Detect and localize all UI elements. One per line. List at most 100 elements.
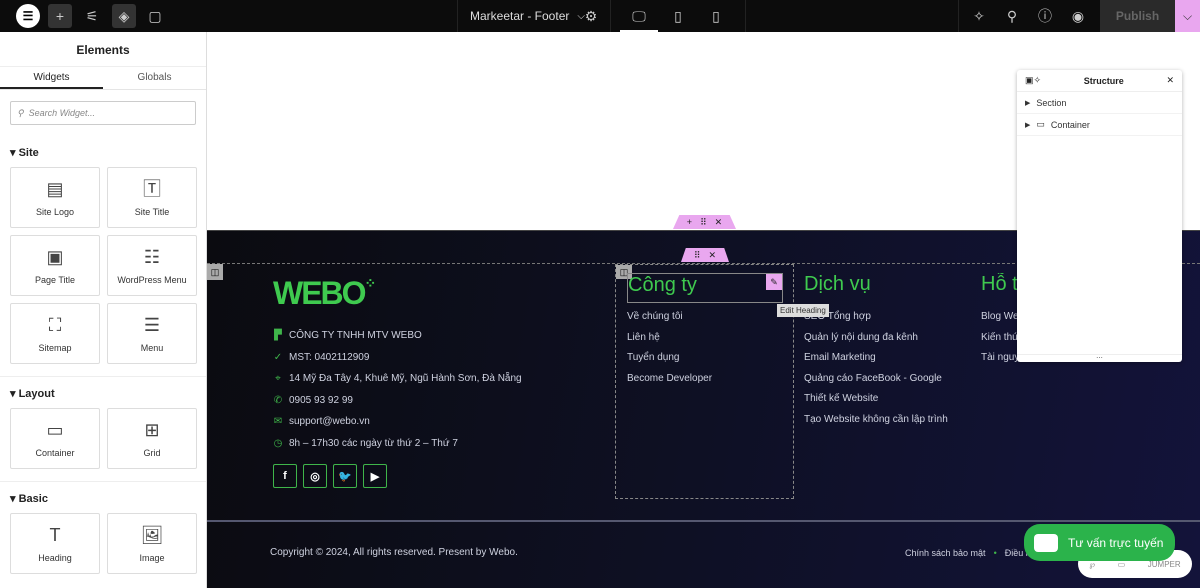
privacy-link[interactable]: Chính sách bảo mật bbox=[905, 548, 986, 558]
check-circle-icon: ✓ bbox=[273, 351, 283, 363]
youtube-icon[interactable]: ▶ bbox=[363, 464, 387, 488]
page-settings-button[interactable]: ⚙ bbox=[579, 4, 603, 28]
desktop-view-button[interactable]: 🖵 bbox=[627, 4, 651, 28]
edit-pencil-icon[interactable]: ✎ bbox=[766, 274, 782, 290]
structure-title: Structure bbox=[1083, 75, 1124, 86]
tab-widgets[interactable]: Widgets bbox=[0, 67, 103, 89]
widget-site-title[interactable]: 🅃 Site Title bbox=[107, 167, 197, 228]
tab-globals[interactable]: Globals bbox=[103, 67, 206, 89]
close-icon[interactable]: ✕ bbox=[1166, 75, 1174, 86]
add-element-button[interactable]: + bbox=[48, 4, 72, 28]
building-icon: ▛ bbox=[274, 330, 282, 342]
site-settings-button[interactable]: ⚟ bbox=[80, 4, 104, 28]
widget-label: Site Logo bbox=[35, 206, 75, 217]
divider bbox=[207, 520, 1200, 522]
footer-link[interactable]: Email Marketing bbox=[804, 352, 974, 373]
clock-icon: ◷ bbox=[273, 437, 283, 449]
widget-heading[interactable]: T Heading bbox=[10, 513, 100, 574]
footer-link[interactable]: SEO Tổng hợp bbox=[804, 311, 974, 332]
drag-icon[interactable]: ⠿ bbox=[694, 250, 701, 261]
close-icon[interactable]: ✕ bbox=[715, 217, 723, 228]
notes-icon[interactable]: ✧ bbox=[967, 4, 991, 28]
panel-title: Elements bbox=[76, 43, 130, 57]
category-site[interactable]: ▾ Site bbox=[0, 136, 206, 167]
grid-icon: ⊞ bbox=[144, 419, 160, 440]
search-icon[interactable]: ⚲ bbox=[1000, 4, 1024, 28]
search-icon: ⚲ bbox=[17, 107, 24, 118]
chat-label: Tư vấn trực tuyến bbox=[1068, 535, 1164, 550]
company-info-column: WEBO⁘ ▛ CÔNG TY TNHH MTV WEBO ✓ MST: 04021… bbox=[273, 275, 573, 488]
webo-logo[interactable]: WEBO⁘ bbox=[273, 275, 573, 325]
structure-button[interactable]: ◈ bbox=[112, 4, 136, 28]
category-basic[interactable]: ▾ Basic bbox=[0, 481, 206, 513]
section-handle[interactable]: + ⠿ ✕ bbox=[673, 215, 736, 229]
widget-label: WordPress Menu bbox=[117, 274, 187, 285]
category-layout[interactable]: ▾ Layout bbox=[0, 376, 206, 408]
wordpress-menu-icon: ☷ bbox=[143, 246, 161, 267]
widget-label: Site Title bbox=[134, 206, 170, 217]
company-name: CÔNG TY TNHH MTV WEBO bbox=[289, 330, 422, 342]
caret-right-icon[interactable]: ▶ bbox=[1025, 121, 1030, 129]
elementor-logo-icon[interactable]: ☰ bbox=[16, 4, 40, 28]
facebook-icon[interactable]: f bbox=[273, 464, 297, 488]
container-icon: ▭ bbox=[1036, 119, 1045, 129]
drag-icon[interactable]: ⠿ bbox=[700, 217, 707, 228]
twitter-icon[interactable]: 🐦 bbox=[333, 464, 357, 488]
company-column: Công ty ✎ Về chúng tôi Liên hệ Tuyển dụng… bbox=[627, 273, 787, 393]
widget-label: Heading bbox=[38, 552, 72, 563]
ai-sparkle-icon[interactable]: ✧ bbox=[1034, 75, 1042, 86]
widget-site-logo[interactable]: ▤ Site Logo bbox=[10, 167, 100, 228]
widget-page-title[interactable]: ▣ Page Title bbox=[10, 235, 100, 296]
item-label: Container bbox=[1050, 119, 1090, 130]
elements-panel: Elements Widgets Globals ⚲ Search Widget.… bbox=[0, 32, 207, 588]
widget-container[interactable]: ▭ Container bbox=[10, 408, 100, 469]
document-title-dropdown[interactable]: Markeetar - Footer ⌵ bbox=[470, 4, 585, 28]
page-title-icon: ▣ bbox=[46, 246, 64, 267]
widget-wordpress-menu[interactable]: ☷ WordPress Menu bbox=[107, 235, 197, 296]
heading-cong-ty[interactable]: Công ty ✎ bbox=[627, 273, 783, 303]
structure-item-section[interactable]: ▶ Section bbox=[1017, 92, 1182, 114]
site-logo-icon: ▤ bbox=[46, 178, 64, 199]
preview-eye-icon[interactable]: ◉ bbox=[1066, 4, 1090, 28]
search-widget-input[interactable]: ⚲ Search Widget... bbox=[10, 101, 196, 125]
resize-handle[interactable]: ... bbox=[1017, 352, 1182, 362]
heading-dich-vu[interactable]: Dịch vụ bbox=[804, 273, 974, 303]
close-icon[interactable]: ✕ bbox=[709, 250, 717, 261]
footer-link[interactable]: Thiết kế Website bbox=[804, 393, 974, 414]
footer-link[interactable]: Tuyển dụng bbox=[627, 352, 787, 373]
help-icon[interactable]: ⓘ bbox=[1033, 4, 1057, 28]
comments-button[interactable]: ▢ bbox=[143, 4, 167, 28]
container-icon: ▭ bbox=[46, 419, 64, 440]
structure-item-container[interactable]: ▶ ▭ Container bbox=[1017, 114, 1182, 136]
edit-heading-tooltip: Edit Heading bbox=[777, 304, 829, 317]
sitemap-icon: ⛶ bbox=[48, 314, 62, 335]
widget-menu[interactable]: ☰ Menu bbox=[107, 303, 197, 364]
footer-link[interactable]: Tạo Website không cần lập trình bbox=[804, 414, 974, 435]
tablet-view-button[interactable]: ▯ bbox=[666, 4, 690, 28]
document-title: Markeetar - Footer bbox=[470, 9, 570, 23]
footer-link[interactable]: Quản lý nội dung đa kênh bbox=[804, 332, 974, 353]
column-handle-icon[interactable]: ◫ bbox=[207, 264, 223, 280]
email[interactable]: support@webo.vn bbox=[289, 416, 370, 427]
widget-sitemap[interactable]: ⛶ Sitemap bbox=[10, 303, 100, 364]
menu-icon: ☰ bbox=[143, 314, 161, 335]
widget-grid[interactable]: ⊞ Grid bbox=[107, 408, 197, 469]
add-icon[interactable]: + bbox=[687, 217, 692, 227]
mobile-view-button[interactable]: ▯ bbox=[704, 4, 728, 28]
item-label: Section bbox=[1036, 97, 1067, 108]
footer-link[interactable]: Quảng cáo FaceBook - Google bbox=[804, 373, 974, 394]
footer-link[interactable]: Về chúng tôi bbox=[627, 311, 787, 332]
widget-image[interactable]: 🖼 Image bbox=[107, 513, 197, 574]
category-label: Layout bbox=[18, 388, 55, 400]
collapse-icon[interactable]: ▣ bbox=[1025, 75, 1034, 86]
publish-options-chevron-down-icon[interactable]: ⌵ bbox=[1175, 0, 1200, 32]
caret-right-icon[interactable]: ▶ bbox=[1025, 99, 1030, 107]
container-handle[interactable]: ⠿ ✕ bbox=[681, 248, 729, 262]
phone[interactable]: 0905 93 92 99 bbox=[289, 395, 353, 406]
instagram-icon[interactable]: ◎ bbox=[303, 464, 327, 488]
footer-link[interactable]: Liên hệ bbox=[627, 332, 787, 353]
location-pin-icon: ⌖ bbox=[275, 373, 281, 385]
footer-link[interactable]: Become Developer bbox=[627, 373, 787, 394]
publish-button[interactable]: Publish bbox=[1100, 0, 1175, 32]
online-chat-button[interactable]: Tư vấn trực tuyến bbox=[1024, 524, 1175, 561]
